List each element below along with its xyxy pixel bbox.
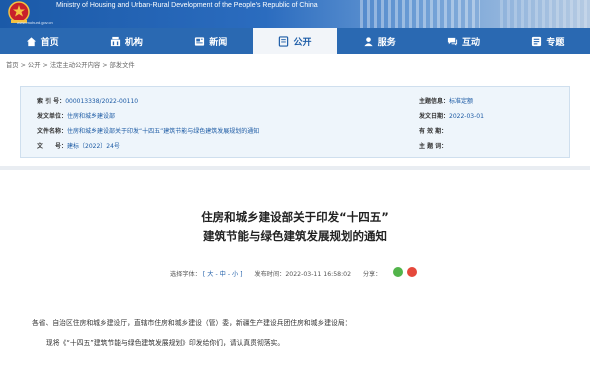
breadcrumb-separator: > [42,62,48,69]
breadcrumb-ministry-docs[interactable]: 部发文件 [110,62,135,69]
nav-item-topic[interactable]: 专题 [506,28,590,54]
document-metadata: 索 引 号：000013338/2022-00110 发文单位：住房和城乡建设部… [20,86,570,158]
publish-time-label: 发布时间： [254,271,286,278]
building-graphic-2 [500,0,590,28]
news-icon [195,36,205,46]
service-icon [364,36,373,46]
breadcrumb-separator: > [102,62,108,69]
breadcrumb-separator: > [20,62,26,69]
meta-validity: 有 效 期： [419,128,448,135]
article-salutation: 各省、自治区住房和城乡建设厅，直辖市住房和城乡建设（管）委，新疆生产建设兵团住房… [32,319,352,327]
nav-label: 新闻 [209,37,228,48]
nav-item-news[interactable]: 新闻 [169,28,253,54]
weibo-share-icon[interactable] [407,267,417,277]
wechat-share-icon[interactable] [393,267,403,277]
interaction-icon [447,37,458,46]
header-banner: Ministry of Housing and Urban-Rural Deve… [0,0,590,28]
font-size-medium[interactable]: 中 [220,271,226,278]
font-dash: - [215,271,218,278]
nav-label: 专题 [546,37,565,48]
organization-icon [110,36,120,46]
article-title-line2: 建筑节能与绿色建筑发展规划的通知 [203,229,387,243]
font-bracket-open: [ [202,271,206,278]
open-info-icon [279,35,289,47]
publish-time: 2022-03-11 16:58:02 [285,271,352,278]
breadcrumb-home[interactable]: 首页 [6,62,19,69]
nav-label: 互动 [462,37,481,48]
nav-item-service[interactable]: 服务 [337,28,421,54]
font-size-large[interactable]: 大 [207,271,213,278]
site-domain: www.mohurd.gov.cn [17,20,53,25]
topic-icon [532,36,542,46]
nav-label: 服务 [377,37,396,48]
share-label: 分享： [362,271,382,278]
font-size-small[interactable]: 小 [232,271,238,278]
nav-label: 首页 [40,37,59,48]
meta-index: 索 引 号：000013338/2022-00110 [37,98,139,105]
main-nav: 首页 机构 新闻 公开 服务 互动 专题 [0,28,590,54]
nav-label: 机构 [124,37,143,48]
nav-item-home[interactable]: 首页 [0,28,84,54]
breadcrumb-statutory[interactable]: 法定主动公开内容 [50,62,100,69]
meta-issuer: 发文单位：住房和城乡建设部 [37,113,116,120]
nav-item-interaction[interactable]: 互动 [421,28,505,54]
breadcrumb-open-info[interactable]: 公开 [28,62,41,69]
home-icon [26,36,36,46]
nav-label: 公开 [293,37,312,48]
font-size-label: 选择字体： [170,271,201,278]
font-bracket-close: ] [240,271,243,278]
font-dash: - [227,271,231,278]
article-toolbar: 选择字体： [ 大 - 中 - 小 ] 发布时间：2022-03-11 16:5… [170,269,381,278]
building-graphic [360,0,480,28]
meta-filename: 文件名称：住房和城乡建设部关于印发“十四五”建筑节能与绿色建筑发展规划的通知 [37,128,260,135]
breadcrumb: 首页 > 公开 > 法定主动公开内容 > 部发文件 [6,60,135,69]
meta-date: 发文日期：2022-03-01 [419,113,484,120]
meta-keywords: 主 题 词： [419,143,448,150]
article-paragraph: 现将《“十四五”建筑节能与绿色建筑发展规划》印发给你们，请认真贯彻落实。 [46,339,285,347]
article-title-line1: 住房和城乡建设部关于印发“十四五” [201,210,389,224]
meta-docno: 文 号：建标〔2022〕24号 [37,143,120,150]
nav-item-open-info[interactable]: 公开 [252,28,338,54]
section-divider [0,166,590,170]
nav-item-organization[interactable]: 机构 [84,28,168,54]
site-name[interactable]: Ministry of Housing and Urban-Rural Deve… [56,2,318,9]
meta-category: 主题信息：标准定额 [419,98,474,105]
